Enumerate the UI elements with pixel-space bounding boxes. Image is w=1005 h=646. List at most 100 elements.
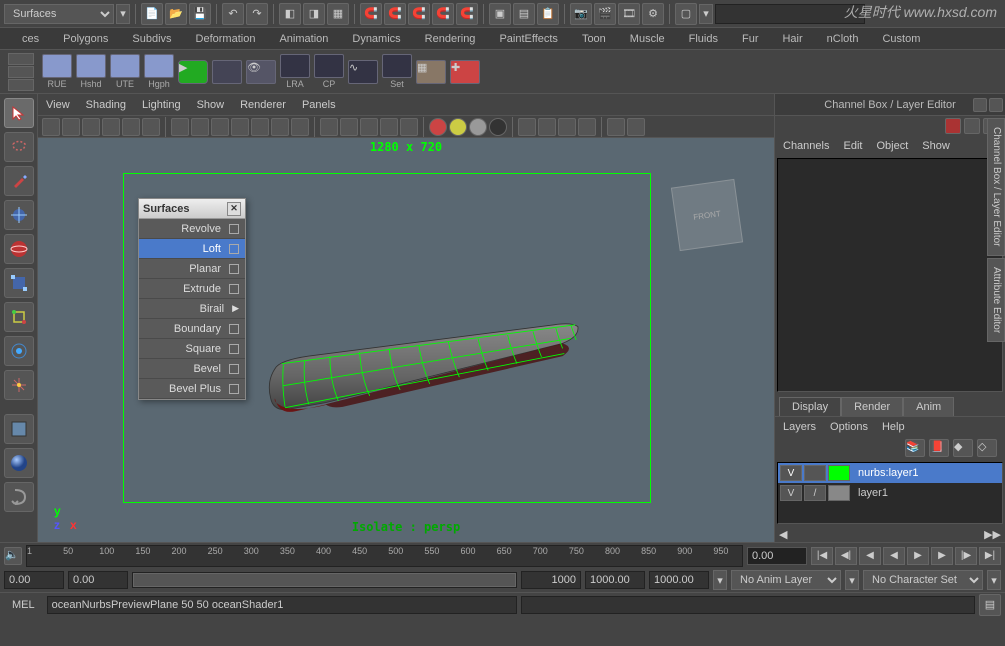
shelf-scroll-down[interactable]	[8, 79, 34, 91]
exposure-icon[interactable]	[607, 118, 625, 136]
panel-menu-view[interactable]: View	[46, 99, 70, 111]
shelf-btn-lra[interactable]: LRA	[280, 53, 310, 91]
range-options-dropdown[interactable]: ▾	[713, 570, 727, 590]
charset-dropdown[interactable]: ▾	[987, 570, 1001, 590]
bookmark-icon[interactable]	[82, 118, 100, 136]
cb-manip-icon[interactable]	[945, 118, 961, 134]
safe-title-icon[interactable]	[291, 118, 309, 136]
tab-fluids[interactable]: Fluids	[677, 29, 730, 49]
layer-scroll-left-icon[interactable]: ◀	[779, 528, 787, 541]
layer-tab-render[interactable]: Render	[841, 397, 903, 416]
time-ruler[interactable]: 1501001502002503003504004505005506006507…	[26, 545, 743, 567]
shelf-btn-ute[interactable]: UTE	[110, 53, 140, 91]
select-hierarchy-icon[interactable]: ◧	[279, 3, 301, 25]
step-back-key-icon[interactable]: ◀|	[835, 547, 857, 565]
layouts-dropdown[interactable]: ▾	[699, 4, 713, 24]
select-component-icon[interactable]: ▦	[327, 3, 349, 25]
smooth-shade-icon[interactable]	[340, 118, 358, 136]
cb-menu-channels[interactable]: Channels	[783, 140, 829, 152]
cb-menu-show[interactable]: Show	[922, 140, 950, 152]
safe-action-icon[interactable]	[271, 118, 289, 136]
panel-menu-panels[interactable]: Panels	[302, 99, 336, 111]
render-frame-icon[interactable]: 🎬	[594, 3, 616, 25]
move-layer-up-icon[interactable]: 📚	[905, 439, 925, 457]
step-back-icon[interactable]: ◀	[859, 547, 881, 565]
layout-single[interactable]	[4, 414, 34, 444]
layer-tab-anim[interactable]: Anim	[903, 397, 954, 416]
wireframe-icon[interactable]	[320, 118, 338, 136]
shelf-btn-script1[interactable]	[212, 53, 242, 91]
play-back-icon[interactable]: ◀	[883, 547, 905, 565]
goto-end-icon[interactable]: ▶|	[979, 547, 1001, 565]
scale-tool[interactable]	[4, 268, 34, 298]
snap-live-icon[interactable]: 🧲	[456, 3, 478, 25]
paint-select-tool[interactable]	[4, 166, 34, 196]
move-layer-down-icon[interactable]: 📕	[929, 439, 949, 457]
gate-mask-icon[interactable]	[231, 118, 249, 136]
grid-icon[interactable]	[171, 118, 189, 136]
shelf-btn-hgph[interactable]: Hgph	[144, 53, 174, 91]
light-preset-grey[interactable]	[469, 118, 487, 136]
range-slider[interactable]	[132, 572, 517, 588]
cb-speed-icon[interactable]	[964, 118, 980, 134]
anim-layer-dropdown[interactable]: ▾	[845, 570, 859, 590]
use-lights-icon[interactable]	[380, 118, 398, 136]
camera-select-icon[interactable]	[42, 118, 60, 136]
snap-curve-icon[interactable]: 🧲	[384, 3, 406, 25]
tab-hair[interactable]: Hair	[770, 29, 814, 49]
light-preset-red[interactable]	[429, 118, 447, 136]
render-view-icon[interactable]: 📷	[570, 3, 592, 25]
surfaces-menu-extrude[interactable]: Extrude	[139, 279, 245, 299]
image-plane-icon[interactable]	[102, 118, 120, 136]
tab-painteffects[interactable]: PaintEffects	[487, 29, 570, 49]
anim-end-field[interactable]	[649, 571, 709, 589]
step-forward-icon[interactable]: ▶	[931, 547, 953, 565]
panel-menu-show[interactable]: Show	[197, 99, 225, 111]
tab-toon[interactable]: Toon	[570, 29, 618, 49]
history-toggle-icon[interactable]: ▤	[513, 3, 535, 25]
side-tab-channelbox[interactable]: Channel Box / Layer Editor	[987, 118, 1005, 256]
shader-ball[interactable]	[4, 448, 34, 478]
shelf-btn-cp[interactable]: CP	[314, 53, 344, 91]
script-editor-icon[interactable]: ▤	[979, 594, 1001, 616]
cmd-lang-label[interactable]: MEL	[4, 599, 43, 611]
ui-layouts-icon[interactable]: ▢	[675, 3, 697, 25]
xray-joints-icon[interactable]	[558, 118, 576, 136]
tab-fur[interactable]: Fur	[730, 29, 771, 49]
shelf-scroll-up[interactable]	[8, 53, 34, 65]
sound-icon[interactable]: 🔈	[4, 547, 22, 565]
shelf-btn-grid[interactable]: ▦	[416, 53, 446, 91]
construction-history-icon[interactable]: ▣	[489, 3, 511, 25]
panel-menu-renderer[interactable]: Renderer	[240, 99, 286, 111]
input-list-icon[interactable]: 📋	[537, 3, 559, 25]
shadows-icon[interactable]	[400, 118, 418, 136]
layer-menu-help[interactable]: Help	[882, 421, 905, 433]
redo-icon[interactable]: ↷	[246, 3, 268, 25]
range-end-outer[interactable]	[585, 571, 645, 589]
show-manip-tool[interactable]	[4, 370, 34, 400]
snap-plane-icon[interactable]: 🧲	[432, 3, 454, 25]
shelf-btn-set[interactable]: Set	[382, 53, 412, 91]
help-search-input[interactable]	[715, 4, 865, 24]
goto-start-icon[interactable]: |◀	[811, 547, 833, 565]
tab-dynamics[interactable]: Dynamics	[340, 29, 412, 49]
tab-animation[interactable]: Animation	[267, 29, 340, 49]
layer-row[interactable]: Vnurbs:layer1	[778, 463, 1002, 483]
channel-list[interactable]	[777, 158, 1003, 392]
layer-scroll-end-icon[interactable]: ▶	[993, 528, 1001, 541]
current-time-field[interactable]	[747, 547, 807, 565]
shelf-btn-flag[interactable]: ✚	[450, 53, 480, 91]
character-set-select[interactable]: No Character Set	[863, 570, 983, 590]
module-history-dropdown[interactable]: ▾	[116, 4, 130, 24]
select-tool[interactable]	[4, 98, 34, 128]
play-forward-icon[interactable]: ▶	[907, 547, 929, 565]
float-menu-close-icon[interactable]: ✕	[227, 202, 241, 216]
view-cube[interactable]: FRONT	[671, 179, 743, 251]
xray-icon[interactable]	[538, 118, 556, 136]
range-start-inner[interactable]	[68, 571, 128, 589]
layer-menu-options[interactable]: Options	[830, 421, 868, 433]
snap-point-icon[interactable]: 🧲	[408, 3, 430, 25]
resolution-gate-icon[interactable]	[211, 118, 229, 136]
cb-close-icon[interactable]	[989, 98, 1003, 112]
tab-rendering[interactable]: Rendering	[413, 29, 488, 49]
